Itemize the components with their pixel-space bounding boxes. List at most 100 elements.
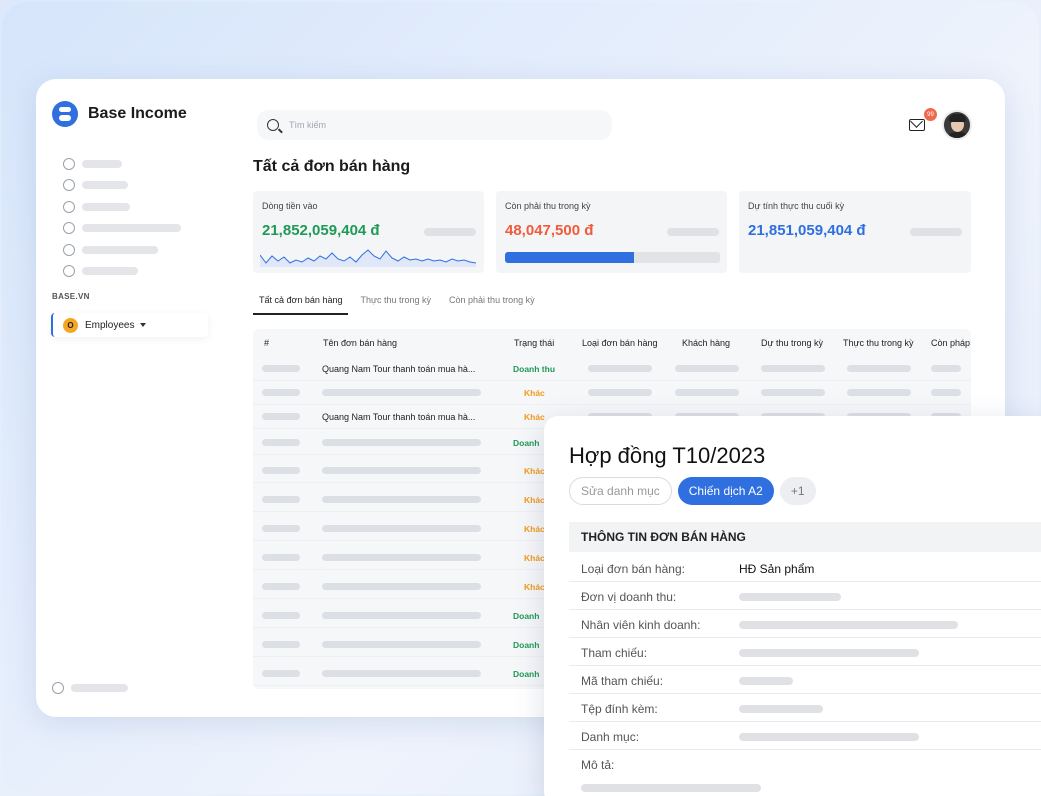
status-badge: Khác	[524, 388, 545, 398]
notification-badge: 99	[924, 108, 937, 121]
kpi-label: Còn phải thu trong kỳ	[505, 201, 591, 211]
radio-icon	[63, 222, 75, 235]
placeholder-bar	[262, 670, 300, 677]
column-header[interactable]: Tên đơn bán hàng	[323, 338, 397, 348]
placeholder-bar	[931, 365, 961, 372]
status-badge: Khác	[524, 466, 545, 476]
column-header[interactable]: Thực thu trong kỳ	[843, 338, 914, 348]
field-value: HĐ Sản phẩm	[739, 562, 815, 576]
kpi-value: 21,852,059,404 đ	[262, 222, 380, 239]
column-header[interactable]: Dự thu trong kỳ	[761, 338, 823, 348]
placeholder-bar	[910, 228, 962, 236]
placeholder-bar	[82, 202, 130, 211]
placeholder-bar	[739, 621, 958, 629]
section-label: BASE.VN	[52, 292, 90, 301]
placeholder-bar	[667, 228, 719, 236]
placeholder-bar	[931, 389, 961, 396]
tab-collected[interactable]: Thực thu trong kỳ	[354, 292, 437, 315]
placeholder-bar	[739, 649, 919, 657]
detail-field-row: Tham chiếu:	[569, 638, 1041, 666]
tab-receivable[interactable]: Còn phải thu trong kỳ	[443, 292, 541, 315]
kpi-card-inflow: Dòng tiền vào 21,852,059,404 đ	[253, 191, 484, 273]
status-badge: Khác	[524, 553, 545, 563]
placeholder-bar	[262, 583, 300, 590]
brand[interactable]: Base Income	[52, 101, 187, 127]
field-label: Danh mục:	[581, 730, 640, 744]
placeholder-bar	[82, 245, 158, 254]
placeholder-bar	[739, 677, 793, 685]
status-badge: Doanh	[513, 438, 540, 448]
column-header[interactable]: Còn pháp	[931, 338, 970, 348]
workspace-selector[interactable]: O Employees	[51, 313, 208, 337]
tab-bar: Tất cả đơn bán hàng Thực thu trong kỳ Cò…	[253, 292, 547, 315]
radio-icon	[63, 243, 75, 256]
placeholder-bar	[322, 641, 481, 648]
placeholder-bar	[322, 496, 481, 503]
brand-logo-icon	[52, 101, 78, 127]
column-header[interactable]: Loại đơn bán hàng	[582, 338, 657, 348]
placeholder-bar	[262, 641, 300, 648]
radio-icon	[63, 200, 75, 213]
status-badge: Doanh	[513, 669, 540, 679]
detail-field-row: Đơn vị doanh thu:	[569, 582, 1041, 610]
campaign-chip[interactable]: Chiến dịch A2	[677, 477, 774, 505]
mail-icon[interactable]	[909, 119, 925, 131]
status-badge: Khác	[524, 582, 545, 592]
radio-icon	[52, 682, 64, 694]
column-header[interactable]: Khách hàng	[682, 338, 730, 348]
placeholder-bar	[262, 496, 300, 503]
placeholder-bar	[82, 224, 181, 233]
placeholder-bar	[581, 784, 761, 792]
placeholder-bar	[262, 365, 300, 372]
progress-bar	[505, 252, 720, 263]
placeholder-bar	[82, 267, 138, 276]
radio-icon	[63, 265, 75, 278]
placeholder-bar	[322, 612, 481, 619]
placeholder-bar	[262, 525, 300, 532]
detail-field-row: Mô tả:	[569, 750, 1041, 796]
column-header[interactable]: #	[264, 338, 269, 348]
status-badge: Khác	[524, 495, 545, 505]
detail-field-row: Loại đơn bán hàng: HĐ Sản phẩm	[569, 554, 1041, 582]
placeholder-bar	[262, 389, 300, 396]
sidebar-item[interactable]	[63, 153, 181, 175]
kpi-cards: Dòng tiền vào 21,852,059,404 đ Còn phải …	[253, 191, 971, 273]
status-badge: Doanh	[513, 640, 540, 650]
status-badge: Doanh	[513, 611, 540, 621]
sparkline-chart	[260, 249, 476, 267]
placeholder-bar	[262, 612, 300, 619]
more-chips-button[interactable]: +1	[779, 477, 816, 505]
column-header[interactable]: Trạng thái	[514, 338, 554, 348]
sidebar-item[interactable]	[63, 175, 181, 197]
order-name[interactable]: Quang Nam Tour thanh toán mua hà...	[322, 412, 475, 422]
caret-down-icon	[140, 323, 147, 327]
sidebar-item[interactable]	[63, 261, 181, 283]
sidebar-item[interactable]	[63, 218, 181, 240]
placeholder-bar	[588, 365, 652, 372]
placeholder-bar	[82, 181, 128, 190]
tab-all-orders[interactable]: Tất cả đơn bán hàng	[253, 292, 349, 315]
table-row[interactable]: Quang Nam Tour thanh toán mua hà... Doanh…	[253, 357, 971, 381]
page-title: Tất cả đơn bán hàng	[253, 158, 411, 175]
field-label: Mã tham chiếu:	[581, 674, 664, 688]
placeholder-bar	[322, 389, 481, 396]
avatar[interactable]	[942, 110, 972, 140]
placeholder-bar	[675, 389, 739, 396]
chip-group: Sửa danh mục Chiến dịch A2 +1	[569, 477, 822, 505]
order-name[interactable]: Quang Nam Tour thanh toán mua hà...	[322, 364, 475, 374]
table-row[interactable]: Khác	[253, 381, 971, 405]
radio-icon	[63, 179, 75, 192]
kpi-label: Dòng tiền vào	[262, 201, 318, 211]
sidebar-item[interactable]	[63, 239, 181, 261]
kpi-card-receivable: Còn phải thu trong kỳ 48,047,500 đ	[496, 191, 727, 273]
placeholder-bar	[847, 365, 911, 372]
placeholder-bar	[262, 467, 300, 474]
search-bar[interactable]: Tìm kiếm	[257, 110, 612, 140]
edit-category-chip[interactable]: Sửa danh mục	[569, 477, 672, 505]
sidebar-footer-item[interactable]	[52, 682, 128, 694]
sidebar-item[interactable]	[63, 196, 181, 218]
placeholder-bar	[322, 439, 481, 446]
field-label: Đơn vị doanh thu:	[581, 590, 677, 604]
placeholder-bar	[739, 733, 919, 741]
search-input[interactable]: Tìm kiếm	[289, 120, 326, 130]
